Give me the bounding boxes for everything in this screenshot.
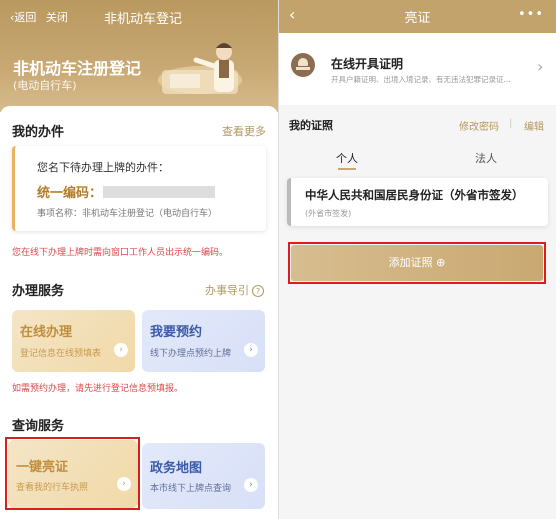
my-items-heading: 我的办件 (12, 125, 65, 140)
stamp-glyph (298, 58, 308, 66)
pending-text: 您名下待办理上牌的办件： (37, 161, 169, 174)
tile-title: 政务地图 (150, 461, 203, 476)
id-card-sub: (外省市签发) (305, 209, 352, 218)
code-notice: 您在线下办理上牌时需向窗口工作人员出示统一编码。 (12, 248, 229, 258)
guide-label: 办事导引 (205, 284, 249, 297)
id-card-title: 中华人民共和国居民身份证（外省市签发） (305, 188, 524, 202)
unified-code-label: 统一编码： (37, 186, 103, 201)
chevron-right-icon: › (244, 478, 258, 492)
edit-link[interactable]: 编辑 (524, 118, 544, 133)
chevron-right-icon: › (244, 343, 258, 357)
stamp-base (296, 67, 310, 70)
tab-personal[interactable]: 个人 (336, 150, 358, 170)
guide-link[interactable]: 办事导引? (205, 282, 264, 298)
officer-illustration (158, 43, 242, 94)
right-screen: ‹ 亮证 ••• 在线开具证明 开具户籍证明、出境入境记录、有无违法犯罪记录证.… (279, 0, 556, 519)
tile-title: 我要预约 (150, 325, 203, 340)
banner-subtitle: (电动自行车) (13, 79, 77, 92)
left-header-banner: ‹返回 关闭 非机动车登记 非机动车注册登记 (电动自行车) (0, 0, 278, 112)
gov-map-tile[interactable]: 政务地图 本市线下上牌点查询 › (142, 443, 265, 509)
redacted-code (103, 186, 215, 198)
question-icon: ? (252, 285, 264, 297)
tab-corporate[interactable]: 法人 (475, 150, 497, 166)
tab-label: 个人 (336, 152, 358, 165)
more-menu-icon[interactable]: ••• (518, 7, 544, 22)
view-more-link[interactable]: 查看更多 (222, 123, 266, 139)
chevron-right-icon: › (114, 343, 128, 357)
nav-title: 亮证 (404, 11, 431, 26)
id-card-item[interactable]: 中华人民共和国居民身份证（外省市签发） (外省市签发) (287, 178, 548, 226)
back-button[interactable]: ‹返回 (10, 11, 36, 24)
right-header: ‹ 亮证 ••• (279, 0, 556, 33)
tile-title: 在线办理 (20, 325, 73, 340)
left-screen: ‹返回 关闭 非机动车登记 非机动车注册登记 (电动自行车) 我的办件 查看更多… (0, 0, 278, 519)
stamp-icon (291, 53, 315, 77)
cert-service-title: 在线开具证明 (331, 57, 404, 71)
cert-service-card[interactable]: 在线开具证明 开具户籍证明、出境入境记录、有无违法犯罪记录证... › (279, 33, 556, 105)
highlight-box (288, 242, 546, 284)
nav-title: 非机动车登记 (104, 12, 183, 27)
close-button[interactable]: 关闭 (46, 11, 68, 24)
change-password-link[interactable]: 修改密码 (459, 118, 499, 133)
pending-item-card[interactable]: 您名下待办理上牌的办件： 统一编码： 事项名称：非机动车注册登记（电动自行车） (12, 146, 266, 231)
banner-title: 非机动车注册登记 (13, 59, 142, 78)
tile-subtitle: 本市线下上牌点查询 (150, 484, 232, 494)
item-name: 事项名称：非机动车注册登记（电动自行车） (37, 209, 218, 219)
online-apply-tile[interactable]: 在线办理 登记信息在线预填表 › (12, 310, 135, 372)
tile-subtitle: 线下办理点预约上牌 (150, 349, 232, 359)
cert-service-sub: 开具户籍证明、出境入境记录、有无违法犯罪记录证... (331, 75, 511, 84)
tile-subtitle: 登记信息在线预填表 (20, 349, 102, 359)
separator: | (509, 118, 513, 129)
query-heading: 查询服务 (12, 419, 65, 434)
appointment-notice: 如需预约办理，请先进行登记信息预填报。 (12, 384, 184, 394)
highlight-box (5, 437, 140, 510)
tab-underline (338, 168, 356, 170)
back-close-bar: ‹返回 关闭 (10, 9, 68, 25)
services-heading: 办理服务 (12, 284, 65, 299)
my-certs-heading: 我的证照 (289, 119, 333, 132)
appointment-tile[interactable]: 我要预约 线下办理点预约上牌 › (142, 310, 265, 372)
chevron-right-icon: › (537, 57, 544, 76)
